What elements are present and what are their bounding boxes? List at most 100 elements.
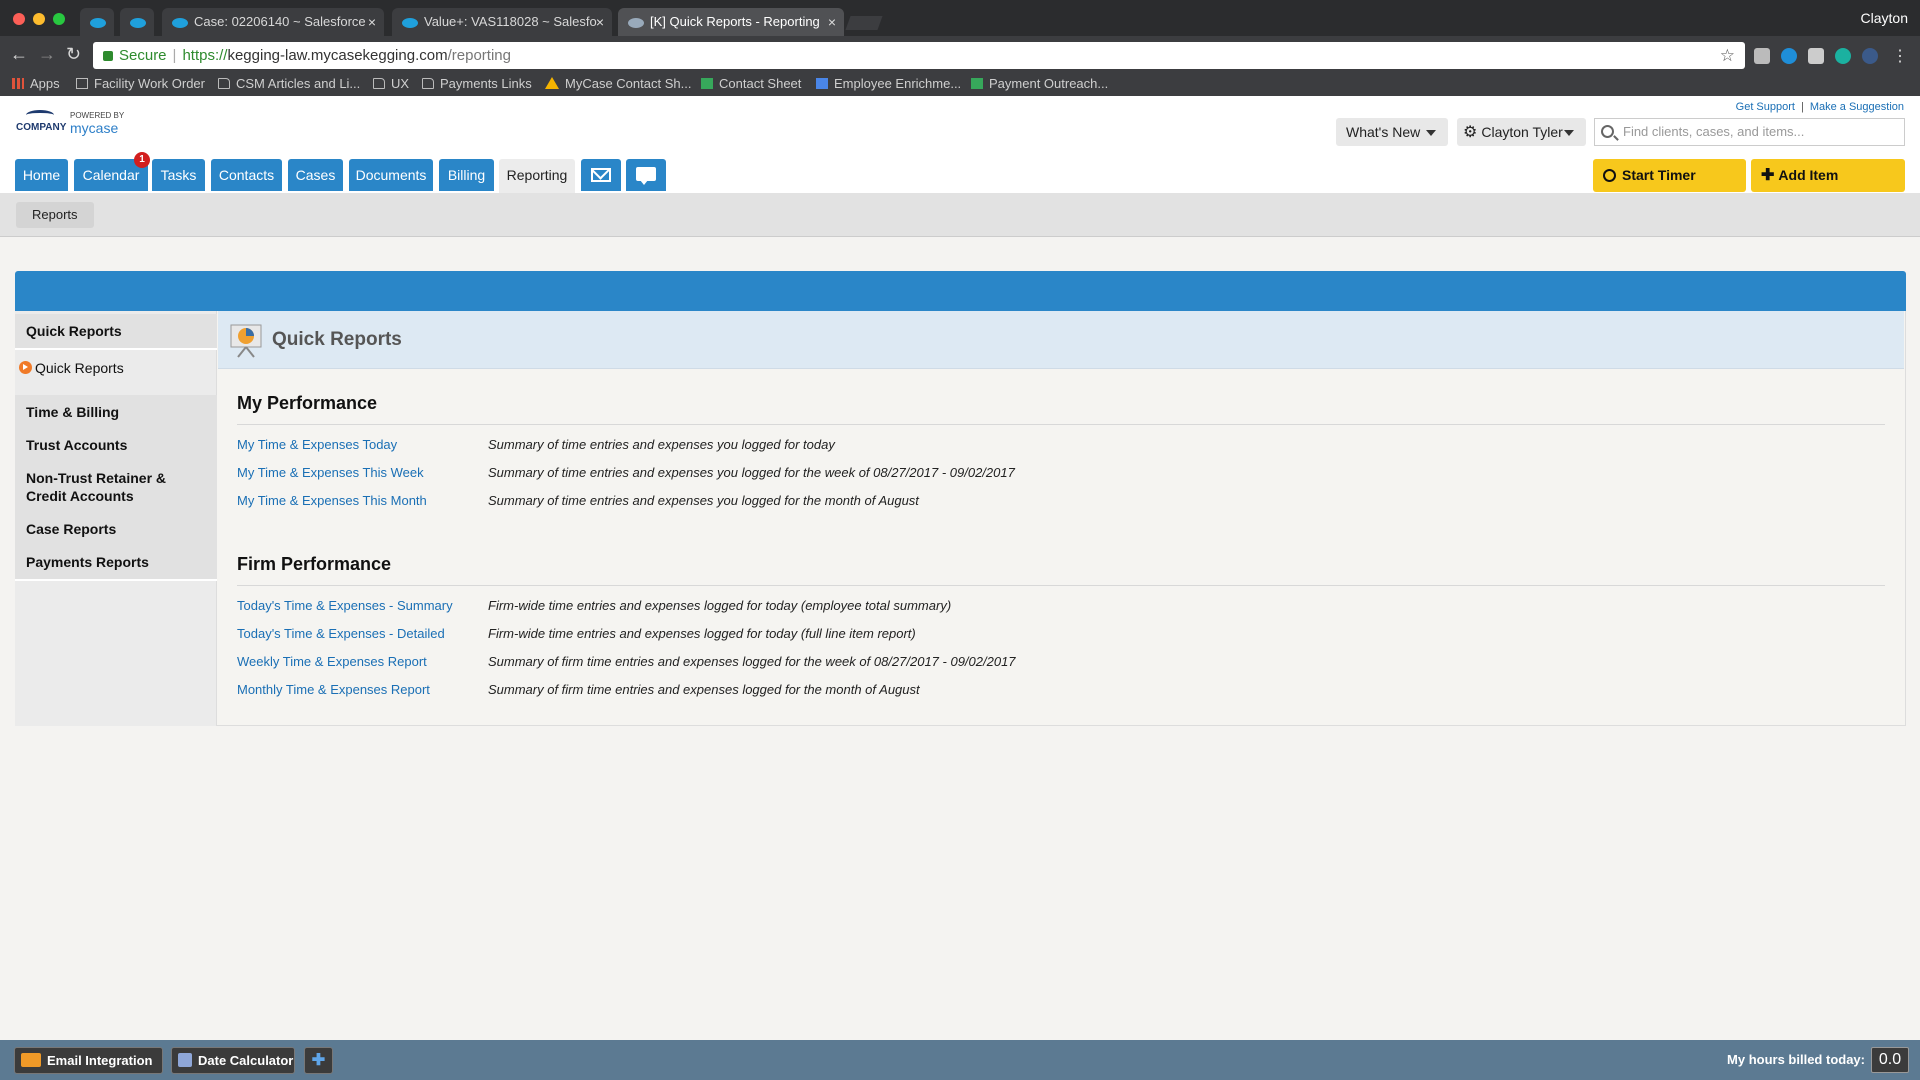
close-window-button[interactable] [13, 13, 25, 25]
browser-tab[interactable] [80, 8, 114, 36]
browser-tab[interactable]: Value+: VAS118028 ~ Salesfo × [392, 8, 612, 36]
user-menu-dropdown[interactable]: ⚙ Clayton Tyler [1457, 118, 1586, 146]
sidebar-heading-quick-reports[interactable]: Quick Reports [15, 314, 217, 350]
report-link[interactable]: My Time & Expenses This Month [237, 493, 427, 508]
maximize-window-button[interactable] [53, 13, 65, 25]
chat-bubble-icon [636, 167, 656, 185]
report-description: Firm-wide time entries and expenses logg… [488, 598, 952, 613]
envelope-icon [21, 1053, 41, 1067]
bookmark-item[interactable]: Employee Enrichme... [816, 76, 961, 91]
tab-documents[interactable]: Documents [349, 159, 433, 191]
quick-reports-header [218, 311, 1904, 369]
tab-reporting[interactable]: Reporting [499, 159, 575, 193]
page-title: Quick Reports [272, 329, 402, 350]
extension-icon[interactable] [1781, 48, 1797, 64]
forward-arrow-icon[interactable]: → [38, 44, 56, 65]
firm-performance-heading: Firm Performance [237, 554, 392, 574]
sidebar-item-payments-reports[interactable]: Payments Reports [15, 545, 217, 581]
browser-tab-bar: Case: 02206140 ~ Salesforce × Value+: VAS… [0, 0, 1920, 36]
support-links: Get Support | Make a Suggestion [1735, 101, 1904, 113]
clock-icon [1603, 169, 1616, 182]
bookmark-item[interactable]: Contact Sheet [701, 76, 801, 91]
sidebar-item-case-reports[interactable]: Case Reports [15, 512, 217, 548]
date-calculator-button[interactable]: Date Calculator [171, 1047, 295, 1074]
apps-icon [12, 78, 24, 89]
sidebar-item-quick-reports[interactable]: Quick Reports [15, 360, 217, 376]
start-timer-button[interactable]: Start Timer [1593, 159, 1746, 192]
salesforce-icon [172, 17, 188, 28]
bookmark-item[interactable]: UX [373, 76, 409, 91]
sheet-icon [701, 78, 713, 89]
whats-new-dropdown[interactable]: What's New [1336, 118, 1448, 146]
plus-icon: ✚ [1761, 167, 1775, 184]
url-host: kegging-law.mycasekegging.com [227, 47, 448, 64]
email-integration-button[interactable]: Email Integration [14, 1047, 163, 1074]
tab-tasks[interactable]: Tasks [152, 159, 205, 191]
report-link[interactable]: My Time & Expenses Today [237, 437, 397, 452]
make-suggestion-link[interactable]: Make a Suggestion [1810, 101, 1904, 113]
report-link[interactable]: Today's Time & Expenses - Summary [237, 598, 453, 613]
add-item-button[interactable]: ✚ Add Item [1751, 159, 1905, 192]
report-link[interactable]: Weekly Time & Expenses Report [237, 654, 427, 669]
browser-tab-active[interactable]: [K] Quick Reports - Reporting × [618, 8, 844, 36]
browser-tab[interactable] [120, 8, 154, 36]
report-link[interactable]: My Time & Expenses This Week [237, 465, 424, 480]
report-description: Summary of firm time entries and expense… [488, 682, 920, 697]
close-tab-icon[interactable]: × [828, 8, 836, 36]
close-tab-icon[interactable]: × [368, 8, 376, 36]
sidebar-item-non-trust-retainer[interactable]: Non-Trust Retainer & Credit Accounts [15, 461, 217, 515]
add-widget-button[interactable]: ✚ [304, 1047, 333, 1074]
company-logo[interactable]: COMPANY [16, 110, 66, 133]
extension-icon[interactable] [1835, 48, 1851, 64]
panel-header-bar [15, 271, 1906, 311]
salesforce-icon [130, 17, 146, 28]
new-tab-button[interactable] [845, 16, 883, 30]
salesforce-icon [90, 17, 106, 28]
envelope-icon [591, 168, 611, 182]
browser-profile-name[interactable]: Clayton [1861, 10, 1908, 26]
bookmark-item[interactable]: Apps [12, 76, 60, 91]
bookmark-item[interactable]: Facility Work Order [76, 76, 205, 91]
close-tab-icon[interactable]: × [596, 8, 604, 36]
salesforce-icon [402, 17, 418, 28]
sidebar-item-time-billing[interactable]: Time & Billing [15, 395, 217, 431]
my-performance-heading: My Performance [237, 393, 378, 413]
tab-cases[interactable]: Cases [288, 159, 343, 191]
report-link[interactable]: Monthly Time & Expenses Report [237, 682, 430, 697]
get-support-link[interactable]: Get Support [1736, 101, 1795, 113]
gear-icon: ⚙ [1463, 124, 1478, 141]
bookmark-item[interactable]: CSM Articles and Li... [218, 76, 360, 91]
browser-menu-icon[interactable]: ⋮ [1892, 46, 1908, 66]
extension-icon[interactable] [1862, 48, 1878, 64]
extension-icon[interactable] [1808, 48, 1824, 64]
reload-icon[interactable]: ↻ [66, 44, 81, 65]
bookmark-item[interactable]: Payment Outreach... [971, 76, 1108, 91]
bookmarks-bar: Apps Facility Work Order CSM Articles an… [0, 72, 1920, 96]
report-description: Firm-wide time entries and expenses logg… [488, 626, 916, 641]
sheet-icon [971, 78, 983, 89]
address-bar[interactable]: Secure | https://kegging-law.mycasekegging… [93, 42, 1745, 69]
chat-tab[interactable] [626, 159, 666, 191]
extension-icon[interactable] [1754, 48, 1770, 64]
report-description: Summary of firm time entries and expense… [488, 654, 1016, 669]
sidebar-item-trust-accounts[interactable]: Trust Accounts [15, 428, 217, 464]
bookmark-star-icon[interactable]: ☆ [1720, 42, 1735, 69]
bookmark-item[interactable]: MyCase Contact Sh... [545, 76, 691, 91]
report-description: Summary of time entries and expenses you… [488, 437, 835, 452]
bookmark-item[interactable]: Payments Links [422, 76, 532, 91]
browser-tab[interactable]: Case: 02206140 ~ Salesforce × [162, 8, 384, 36]
back-arrow-icon[interactable]: ← [10, 44, 28, 65]
report-link[interactable]: Today's Time & Expenses - Detailed [237, 626, 445, 641]
subtab-reports[interactable]: Reports [16, 202, 94, 228]
search-icon [1601, 125, 1614, 138]
doc-icon [816, 78, 828, 89]
folder-icon [218, 78, 230, 89]
tab-home[interactable]: Home [15, 159, 68, 191]
tab-billing[interactable]: Billing [439, 159, 494, 191]
messages-tab[interactable] [581, 159, 621, 191]
minimize-window-button[interactable] [33, 13, 45, 25]
caret-down-icon [1426, 130, 1436, 136]
tab-contacts[interactable]: Contacts [211, 159, 282, 191]
divider [237, 585, 1885, 586]
global-search-input[interactable]: Find clients, cases, and items... [1594, 118, 1905, 146]
